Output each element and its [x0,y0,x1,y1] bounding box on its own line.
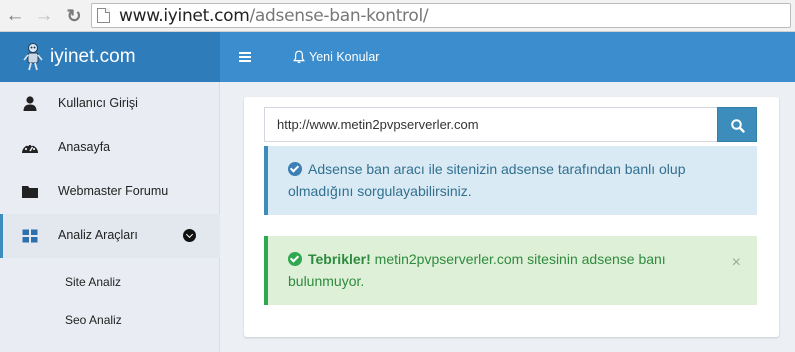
check-circle-icon [288,162,302,176]
content-panel: Adsense ban aracı ile sitenizin adsense … [244,97,779,337]
search-button[interactable] [717,107,757,142]
sidebar-item-label: Analiz Araçları [58,228,138,242]
dashboard-icon [22,143,38,153]
brand-name: iyinet.com [50,46,136,67]
sidebar-item-label: Webmaster Forumu [58,184,169,198]
new-topics-label: Yeni Konular [309,50,380,64]
url-search-input[interactable] [264,107,718,142]
forward-arrow-icon[interactable]: → [33,5,55,27]
check-circle-icon [288,252,302,266]
sidebar-item-home[interactable]: Anasayfa [0,126,220,170]
info-alert: Adsense ban aracı ile sitenizin adsense … [264,146,757,215]
brand-header[interactable]: iyinet.com [0,32,220,82]
robot-logo-icon [23,43,43,71]
active-indicator [0,214,3,258]
success-alert-title: Tebrikler! [308,251,371,267]
page-icon [97,8,110,23]
menu-toggle-icon[interactable] [239,52,251,62]
sidebar-subitem-seo-analysis[interactable]: Seo Analiz [65,313,122,327]
address-bar[interactable]: www.iyinet.com/adsense-ban-kontrol/ [91,3,791,28]
sidebar-item-analysis-tools[interactable]: Analiz Araçları [0,214,220,258]
user-icon [23,96,37,111]
browser-toolbar: ← → ↻ www.iyinet.com/adsense-ban-kontrol… [0,0,795,32]
sidebar-item-forum[interactable]: Webmaster Forumu [0,170,220,214]
sidebar: Kullanıcı Girişi Anasayfa Webmaster Foru… [0,82,220,352]
sidebar-item-login[interactable]: Kullanıcı Girişi [0,82,220,126]
search-icon [731,119,745,133]
info-alert-text: Adsense ban aracı ile sitenizin adsense … [288,161,686,199]
sidebar-subitem-site-analysis[interactable]: Site Analiz [65,275,121,289]
close-icon[interactable]: × [732,252,741,274]
url-domain: www.iyinet.com [119,6,250,26]
sidebar-item-label: Kullanıcı Girişi [58,96,138,110]
reload-icon[interactable]: ↻ [63,5,85,27]
folder-icon [22,186,38,198]
success-alert: Tebrikler! metin2pvpserverler.com sitesi… [264,236,757,305]
address-url: www.iyinet.com/adsense-ban-kontrol/ [119,6,429,26]
bell-icon [293,50,305,64]
chevron-down-icon[interactable] [183,229,196,242]
top-navbar: Yeni Konular [220,32,795,82]
sidebar-item-label: Anasayfa [58,140,111,154]
url-path: /adsense-ban-kontrol/ [249,6,429,26]
back-arrow-icon[interactable]: ← [4,5,26,27]
grid-icon [22,229,38,243]
